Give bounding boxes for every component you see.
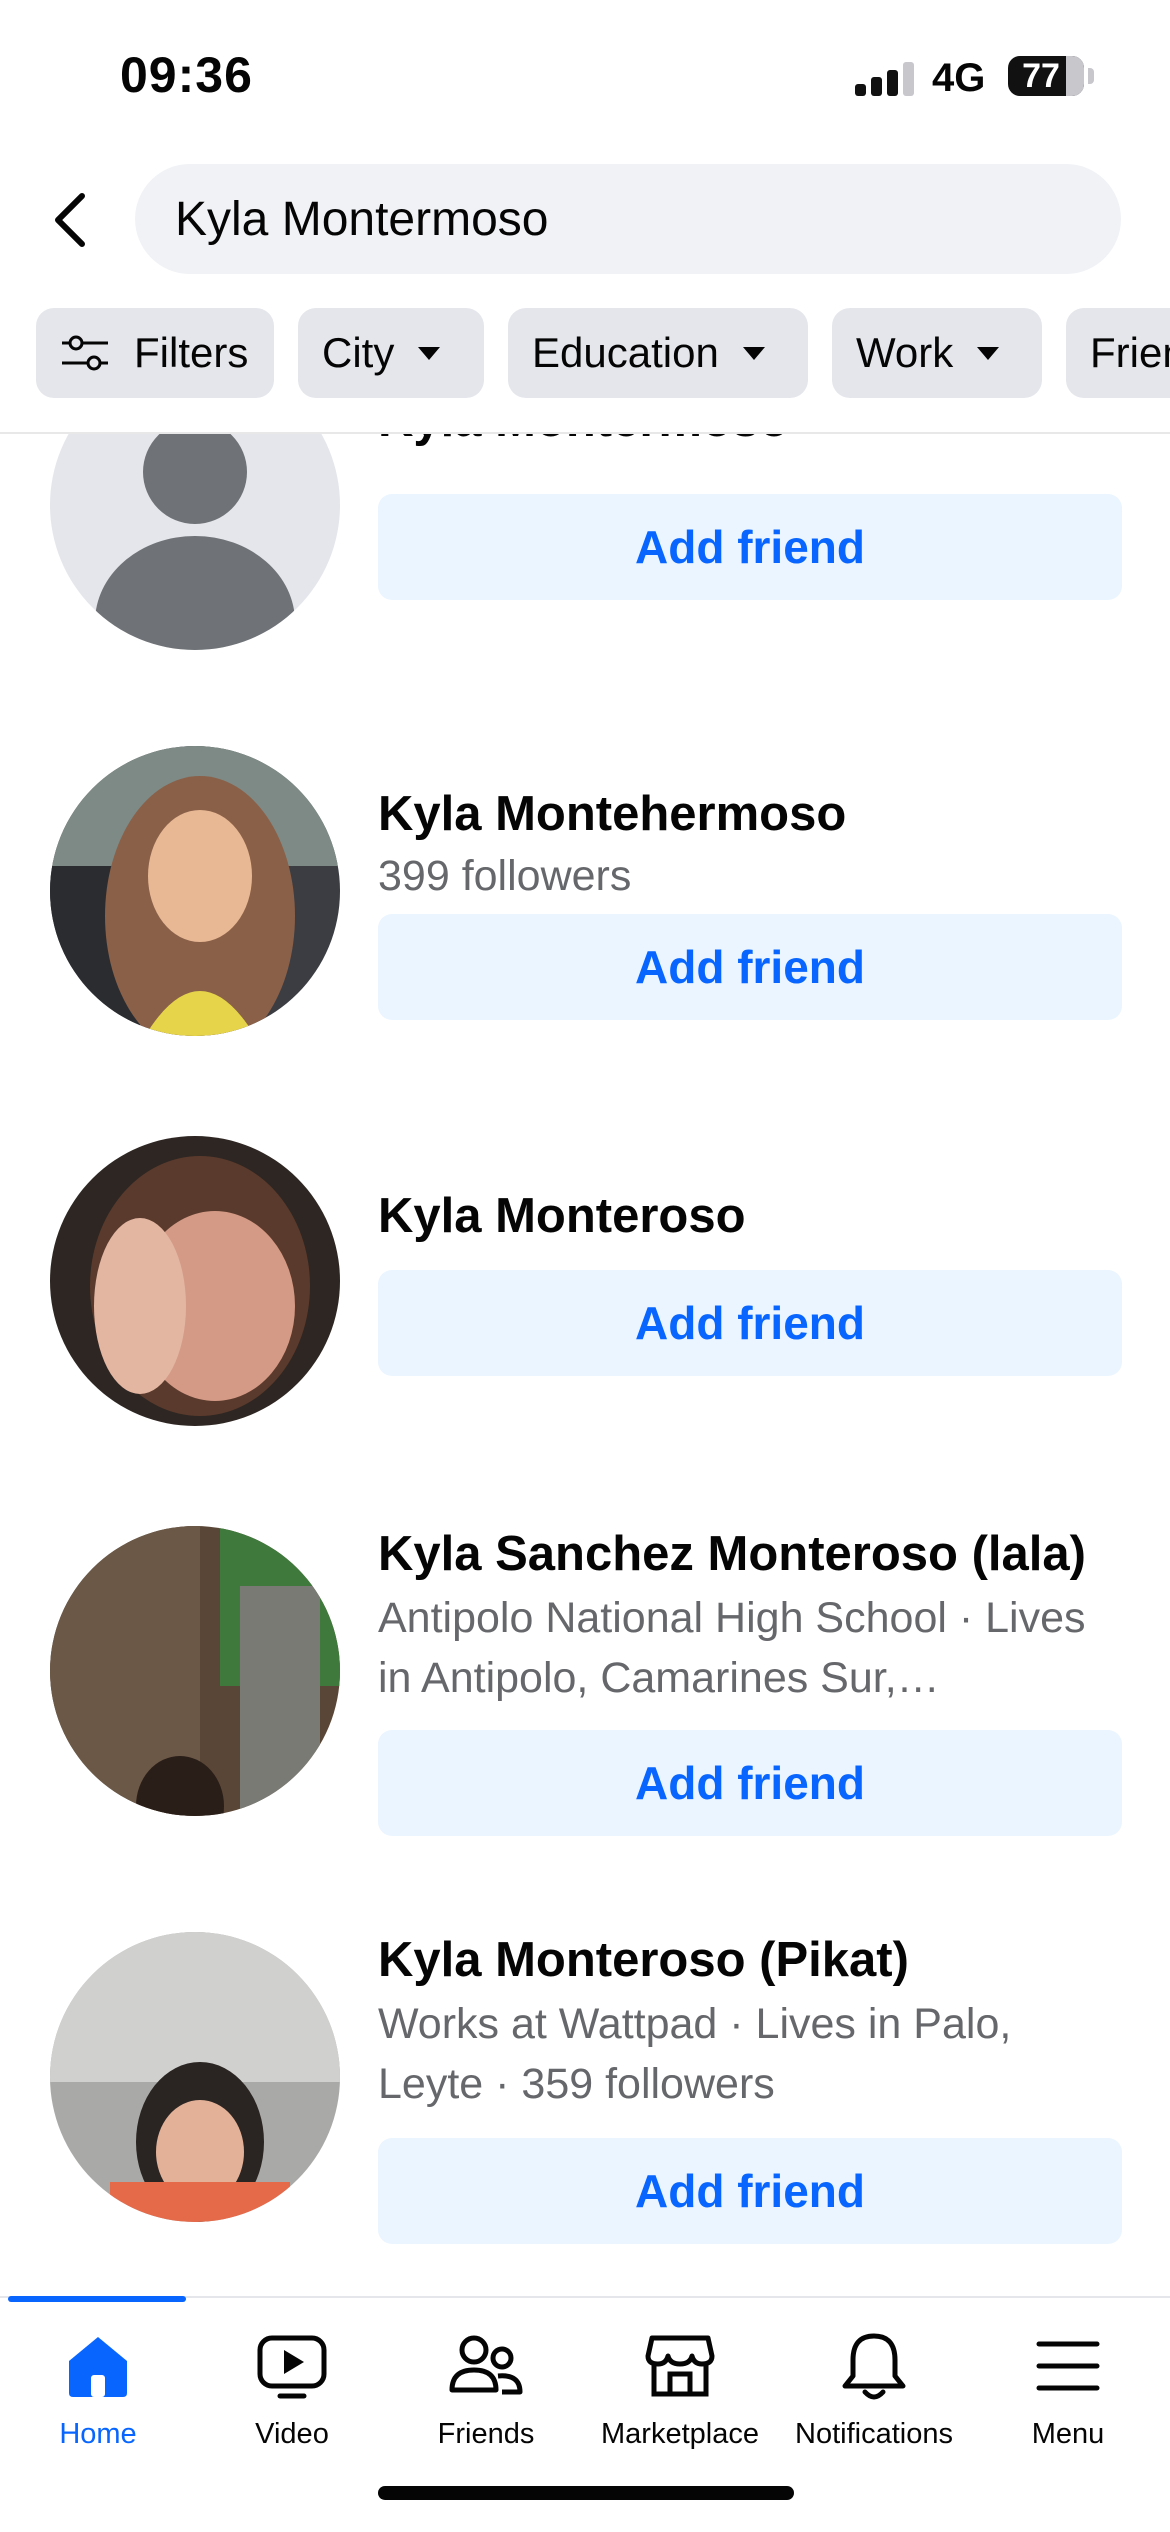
tab-home-label: Home [59,2418,137,2450]
tab-menu-label: Menu [1031,2418,1105,2450]
profile-photo [50,1526,340,1816]
video-icon [257,2335,327,2399]
active-tab-indicator [8,2296,186,2302]
result-meta: Antipolo National High School · Lives in… [378,1594,1086,1702]
avatar[interactable] [50,1932,340,2222]
search-results-list: Kyla Montermoso Add friend Kyla Monteher… [0,434,1170,2296]
add-friend-button[interactable]: Add friend [378,2138,1122,2244]
result-name[interactable]: Kyla Montermoso [378,434,789,448]
tab-home[interactable]: Home [0,2328,196,2468]
tab-marketplace[interactable]: Marketplace [582,2328,778,2468]
friends-chip[interactable]: Friends [1066,308,1170,398]
friends-chip-label: Friends [1090,329,1170,376]
avatar[interactable] [50,434,340,650]
back-button[interactable] [40,180,100,260]
marketplace-icon [645,2335,715,2397]
work-chip[interactable]: Work [832,308,1042,398]
education-chip[interactable]: Education [508,308,808,398]
add-friend-button[interactable]: Add friend [378,914,1122,1020]
search-input[interactable]: Kyla Montermoso [135,164,1121,274]
profile-photo [50,1136,340,1426]
add-friend-button[interactable]: Add friend [378,494,1122,600]
list-item[interactable]: Kyla Monteroso (Pikat) Works at Wattpad … [0,1932,1170,2296]
battery-cap [1088,68,1094,84]
avatar[interactable] [50,746,340,1036]
cellular-signal-icon [855,62,915,96]
work-chip-label: Work [856,329,954,376]
result-name[interactable]: Kyla Monteroso [378,1188,746,1244]
tab-video[interactable]: Video [194,2328,390,2468]
result-meta: 399 followers [378,852,632,900]
city-chip[interactable]: City [298,308,484,398]
tab-friends[interactable]: Friends [388,2328,584,2468]
profile-photo [50,1932,340,2222]
education-chip-label: Education [532,329,719,376]
status-bar: 09:36 4G 77 [0,0,1170,150]
friends-icon [449,2335,523,2395]
battery-level: 77 [1022,56,1060,95]
result-name[interactable]: Kyla Sanchez Monteroso (lala) [378,1526,1086,1582]
list-item[interactable]: Kyla Montermoso Add friend [0,434,1170,744]
search-query-text: Kyla Montermoso [175,192,549,246]
add-friend-button[interactable]: Add friend [378,1730,1122,1836]
tab-notifications[interactable]: Notifications [776,2328,972,2468]
list-item[interactable]: Kyla Sanchez Monteroso (lala) Antipolo N… [0,1526,1170,1926]
list-item[interactable]: Kyla Montehermoso 399 followers Add frie… [0,746,1170,1126]
tab-marketplace-label: Marketplace [601,2418,759,2450]
caret-down-icon [742,346,765,360]
list-item[interactable]: Kyla Monteroso Add friend [0,1136,1170,1496]
city-chip-label: City [322,329,395,376]
caret-down-icon [977,346,1000,360]
tab-video-label: Video [255,2418,329,2450]
avatar[interactable] [50,1526,340,1816]
default-profile-silhouette [50,434,340,650]
hamburger-icon [1036,2341,1100,2391]
status-time: 09:36 [120,47,253,103]
tab-menu[interactable]: Menu [970,2328,1166,2468]
home-indicator [378,2486,794,2500]
caret-down-icon [418,346,441,360]
filters-chip-label: Filters [134,329,249,376]
chevron-left-icon [55,193,85,247]
profile-photo [50,746,340,1036]
sliders-icon [62,335,108,371]
result-name[interactable]: Kyla Montehermoso [378,786,846,842]
avatar[interactable] [50,1136,340,1426]
tab-notifications-label: Notifications [795,2418,953,2450]
result-name[interactable]: Kyla Monteroso (Pikat) [378,1932,909,1988]
home-icon [69,2337,127,2397]
battery-icon: 77 [1008,56,1084,96]
filter-chip-bar: Filters City Education Work Friends [0,308,1170,398]
network-type: 4G [932,56,986,100]
result-meta: Works at Wattpad · Lives in Palo, Leyte … [378,2000,1012,2108]
filters-chip[interactable]: Filters [36,308,274,398]
tab-friends-label: Friends [437,2418,535,2450]
bell-icon [842,2333,906,2400]
add-friend-button[interactable]: Add friend [378,1270,1122,1376]
